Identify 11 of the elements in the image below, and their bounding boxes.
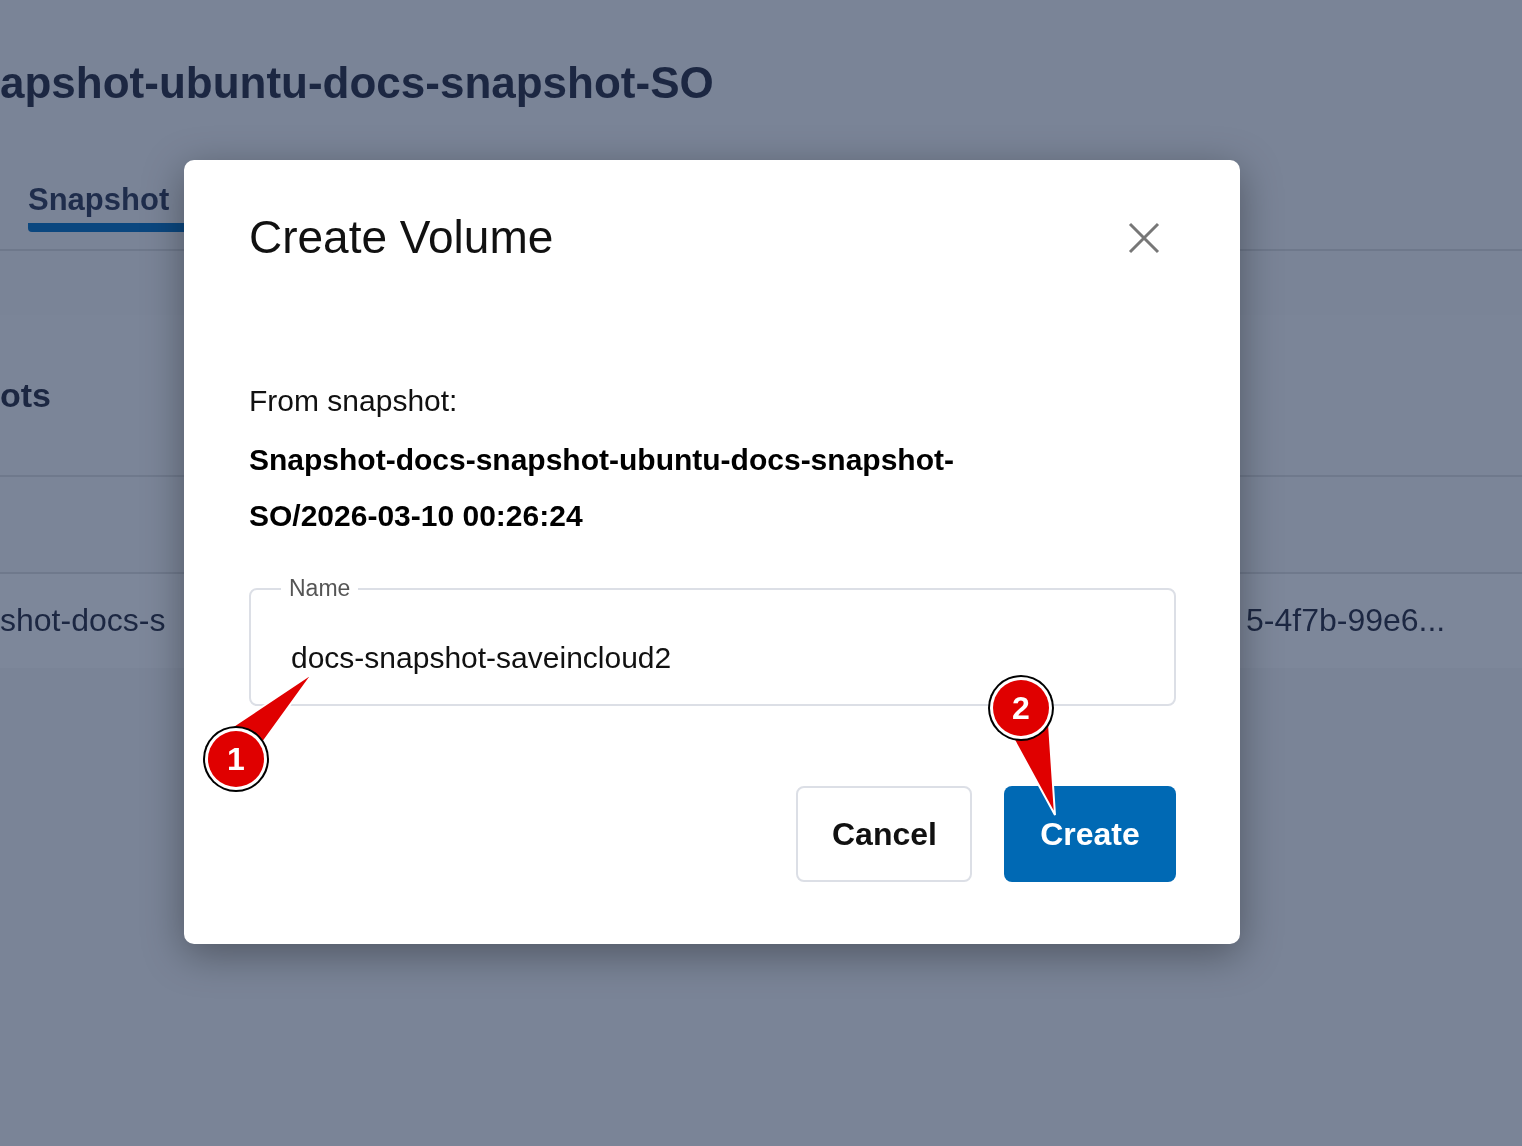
source-name: Snapshot-docs-snapshot-ubuntu-docs-snapshot-SO/2026-03-10 00:26:24 xyxy=(249,442,955,534)
page-title: apshot-ubuntu-docs-snapshot-SO xyxy=(0,57,715,109)
source-label: From snapshot: xyxy=(249,384,459,418)
cancel-button[interactable]: Cancel xyxy=(796,786,972,882)
callout-number: 1 xyxy=(226,740,246,779)
create-button[interactable]: Create xyxy=(1004,786,1176,882)
table-cell: 5-4f7b-99e6... xyxy=(1246,602,1446,639)
close-icon[interactable] xyxy=(1128,222,1160,254)
dialog-title: Create Volume xyxy=(249,210,554,264)
table-cell: shot-docs-s xyxy=(0,602,166,639)
section-title: ots xyxy=(0,375,51,415)
